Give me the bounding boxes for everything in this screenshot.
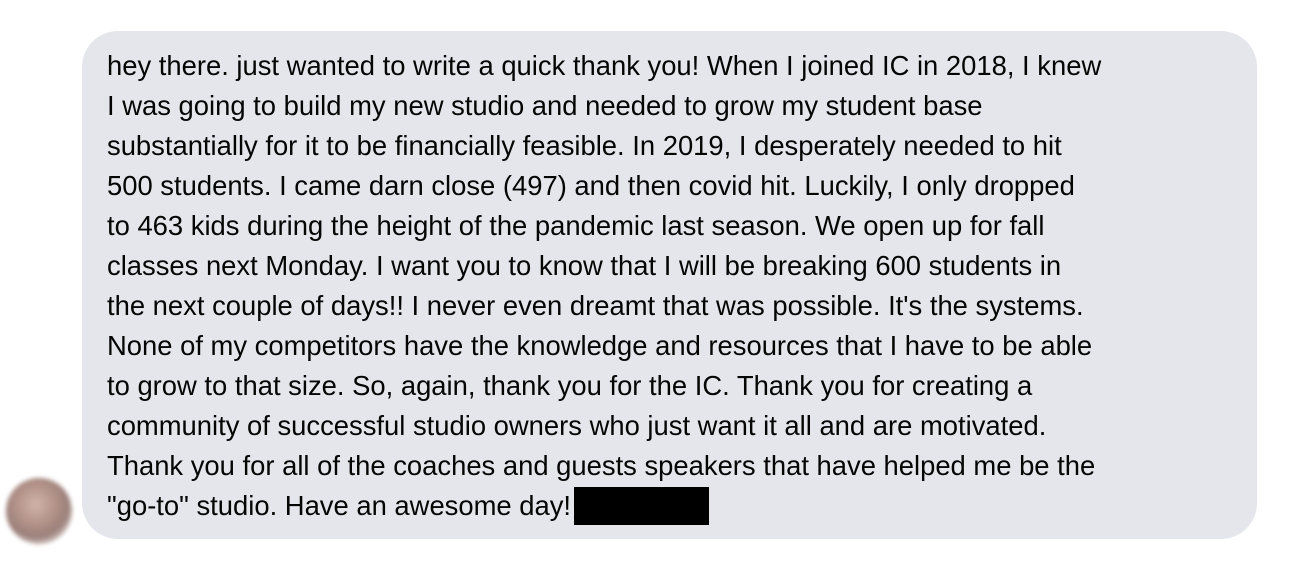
message-line: community of successful studio owners wh… <box>107 410 1047 441</box>
message-line: classes next Monday. I want you to know … <box>107 250 1062 281</box>
message-line: to 463 kids during the height of the pan… <box>107 210 1045 241</box>
message-line: "go-to" studio. Have an awesome day! <box>107 490 572 521</box>
message-text: hey there. just wanted to write a quick … <box>107 46 1237 526</box>
message-line: None of my competitors have the knowledg… <box>107 330 1093 361</box>
sender-avatar[interactable] <box>6 478 72 544</box>
redaction-box <box>574 487 710 525</box>
chat-message-view: hey there. just wanted to write a quick … <box>0 0 1294 562</box>
message-line: hey there. just wanted to write a quick … <box>107 50 1102 81</box>
message-line: substantially for it to be financially f… <box>107 130 1062 161</box>
message-line: 500 students. I came darn close (497) an… <box>107 170 1075 201</box>
message-line: to grow to that size. So, again, thank y… <box>107 370 1033 401</box>
message-last-line: "go-to" studio. Have an awesome day! <box>107 486 1237 526</box>
message-line: I was going to build my new studio and n… <box>107 90 983 121</box>
message-line: Thank you for all of the coaches and gue… <box>107 450 1096 481</box>
message-line: the next couple of days!! I never even d… <box>107 290 1084 321</box>
